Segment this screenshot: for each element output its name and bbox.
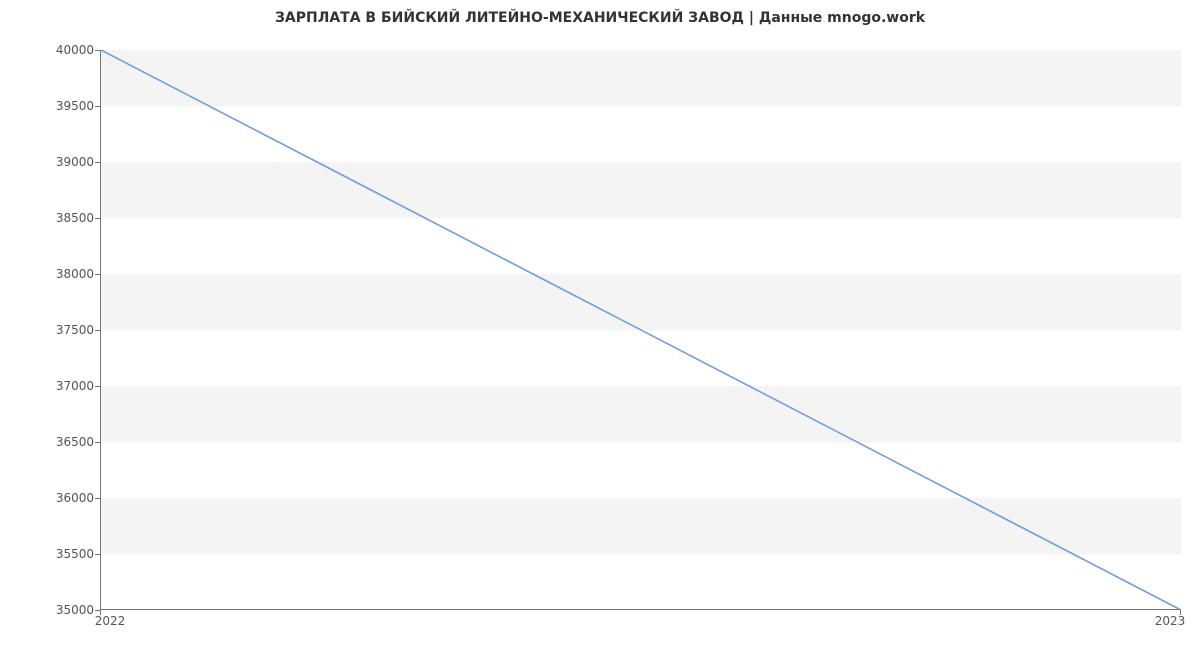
- y-tick-mark: [95, 554, 100, 555]
- y-tick-mark: [95, 330, 100, 331]
- y-tick-mark: [95, 106, 100, 107]
- line-chart: ЗАРПЛАТА В БИЙСКИЙ ЛИТЕЙНО-МЕХАНИЧЕСКИЙ …: [0, 0, 1200, 650]
- y-tick-mark: [95, 218, 100, 219]
- y-tick-mark: [95, 274, 100, 275]
- y-tick-label: 36000: [4, 491, 94, 505]
- y-tick-label: 37500: [4, 323, 94, 337]
- plot-area: [100, 50, 1180, 610]
- y-tick-label: 35000: [4, 603, 94, 617]
- y-tick-label: 35500: [4, 547, 94, 561]
- y-tick-label: 39000: [4, 155, 94, 169]
- y-tick-mark: [95, 50, 100, 51]
- y-tick-label: 39500: [4, 99, 94, 113]
- y-tick-mark: [95, 498, 100, 499]
- x-tick-label: 2022: [95, 614, 126, 628]
- y-tick-label: 36500: [4, 435, 94, 449]
- chart-title: ЗАРПЛАТА В БИЙСКИЙ ЛИТЕЙНО-МЕХАНИЧЕСКИЙ …: [0, 10, 1200, 26]
- y-tick-mark: [95, 442, 100, 443]
- y-tick-mark: [95, 162, 100, 163]
- y-tick-label: 38500: [4, 211, 94, 225]
- series-line: [101, 50, 1181, 610]
- y-tick-label: 38000: [4, 267, 94, 281]
- line-path: [101, 50, 1181, 610]
- y-tick-label: 37000: [4, 379, 94, 393]
- y-tick-mark: [95, 386, 100, 387]
- y-tick-label: 40000: [4, 43, 94, 57]
- x-tick-label: 2023: [1155, 614, 1186, 628]
